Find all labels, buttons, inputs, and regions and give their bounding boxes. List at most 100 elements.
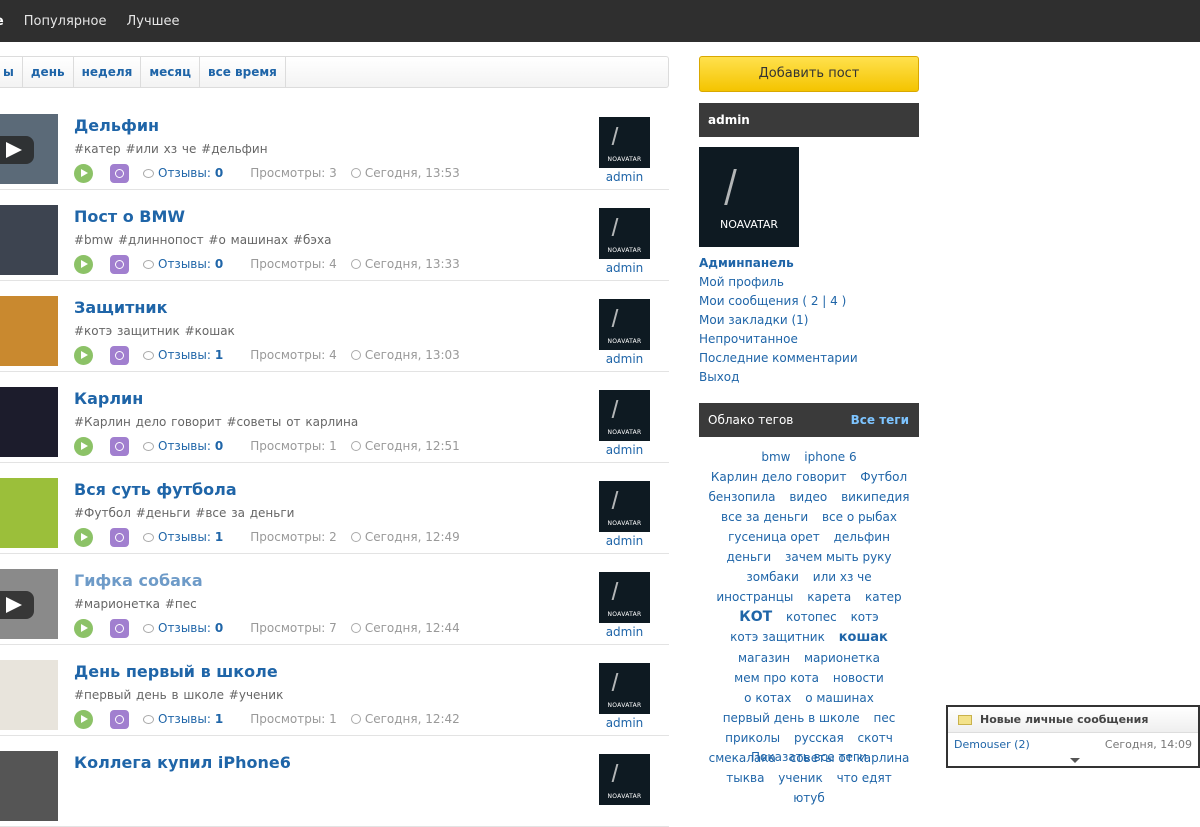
post-thumbnail[interactable] [0, 478, 58, 548]
message-row[interactable]: Demouser (2) Сегодня, 14:09 [948, 733, 1198, 757]
reviews-count[interactable]: 1 [215, 712, 223, 726]
tag-cloud-item[interactable]: гусеница орет [728, 530, 820, 544]
post-tags[interactable]: #катер #или хз че #дельфин [74, 142, 268, 156]
tag-cloud-item[interactable]: приколы [725, 731, 780, 745]
reviews-count[interactable]: 0 [215, 166, 223, 180]
bookmark-icon[interactable] [110, 618, 129, 638]
author-name[interactable]: admin [599, 352, 650, 366]
show-all-tags-link[interactable]: Показать все теги [699, 750, 919, 764]
nav-item-best[interactable]: Лучшее [127, 14, 180, 29]
post-title[interactable]: День первый в школе [74, 662, 278, 681]
author-name[interactable]: admin [599, 625, 650, 639]
post-tags[interactable]: #Футбол #деньги #все за деньги [74, 506, 294, 520]
menu-item-profile[interactable]: Мой профиль [699, 273, 858, 292]
tag-cloud-item[interactable]: скотч [858, 731, 893, 745]
tag-cloud-item[interactable]: тыква [726, 771, 764, 785]
reviews-count[interactable]: 0 [215, 439, 223, 453]
play-circle-icon[interactable] [74, 436, 93, 456]
tag-cloud-item[interactable]: зачем мыть руку [785, 550, 892, 564]
filter-item-day[interactable]: день [23, 57, 74, 87]
tag-cloud-item[interactable]: бензопила [708, 490, 775, 504]
bookmark-icon[interactable] [110, 436, 129, 456]
tag-cloud-item[interactable]: iphone 6 [804, 450, 856, 464]
post-thumbnail[interactable] [0, 387, 58, 457]
reviews-count[interactable]: 0 [215, 257, 223, 271]
user-avatar[interactable]: NOAVATAR [699, 147, 799, 247]
author-avatar[interactable]: NOAVATAR [599, 481, 650, 532]
menu-item-bookmarks[interactable]: Мои закладки (1) [699, 311, 858, 330]
tag-cloud-item[interactable]: или хз че [813, 570, 872, 584]
post-title[interactable]: Пост о BMW [74, 207, 185, 226]
play-circle-icon[interactable] [74, 345, 93, 365]
post-title[interactable]: Гифка собака [74, 571, 203, 590]
author-avatar[interactable]: NOAVATAR [599, 299, 650, 350]
tag-cloud-item[interactable]: о котах [744, 691, 791, 705]
tag-cloud-item[interactable]: все о рыбах [822, 510, 897, 524]
reviews-label[interactable]: Отзывы: [158, 530, 211, 544]
post-title[interactable]: Вся суть футбола [74, 480, 237, 499]
filter-item-month[interactable]: месяц [141, 57, 201, 87]
play-circle-icon[interactable] [74, 527, 93, 547]
author-name[interactable]: admin [599, 170, 650, 184]
tag-cloud-item[interactable]: видео [789, 490, 827, 504]
add-post-button[interactable]: Добавить пост [699, 56, 919, 92]
tag-cloud-item[interactable]: ютуб [793, 791, 825, 805]
tag-cloud-item[interactable]: кошак [839, 630, 888, 645]
tag-cloud-item[interactable]: первый день в школе [723, 711, 860, 725]
author-avatar[interactable]: NOAVATAR [599, 117, 650, 168]
reviews-count[interactable]: 1 [215, 348, 223, 362]
all-tags-link[interactable]: Все теги [851, 403, 909, 437]
filter-item-all-time[interactable]: все время [200, 57, 286, 87]
tag-cloud-item[interactable]: мем про кота [734, 671, 819, 685]
tag-cloud-item[interactable]: bmw [761, 450, 790, 464]
bookmark-icon[interactable] [110, 254, 129, 274]
menu-item-messages[interactable]: Мои сообщения ( 2 | 4 ) [699, 292, 858, 311]
tag-cloud-item[interactable]: катер [865, 590, 902, 604]
filter-item-all[interactable]: ы [0, 57, 23, 87]
tag-cloud-item[interactable]: новости [833, 671, 884, 685]
post-thumbnail[interactable] [0, 569, 58, 639]
tag-cloud-item[interactable]: дельфин [834, 530, 890, 544]
tag-cloud-item[interactable]: википедия [841, 490, 909, 504]
tag-cloud-item[interactable]: КОТ [739, 609, 772, 625]
reviews-label[interactable]: Отзывы: [158, 621, 211, 635]
post-tags[interactable]: #марионетка #пес [74, 597, 197, 611]
tag-cloud-item[interactable]: Футбол [860, 470, 907, 484]
tag-cloud-item[interactable]: Карлин дело говорит [711, 470, 847, 484]
reviews-label[interactable]: Отзывы: [158, 439, 211, 453]
post-title[interactable]: Защитник [74, 298, 167, 317]
author-name[interactable]: admin [599, 534, 650, 548]
menu-item-unread[interactable]: Непрочитанное [699, 330, 858, 349]
tag-cloud-item[interactable]: пес [873, 711, 895, 725]
post-tags[interactable]: #первый день в школе #ученик [74, 688, 283, 702]
tag-cloud-item[interactable]: магазин [738, 651, 790, 665]
post-thumbnail[interactable] [0, 296, 58, 366]
tag-cloud-item[interactable]: марионетка [804, 651, 880, 665]
author-avatar[interactable]: NOAVATAR [599, 572, 650, 623]
reviews-count[interactable]: 0 [215, 621, 223, 635]
post-thumbnail[interactable] [0, 205, 58, 275]
reviews-label[interactable]: Отзывы: [158, 712, 211, 726]
tag-cloud-item[interactable]: котэ защитник [730, 630, 825, 644]
tag-cloud-item[interactable]: ученик [778, 771, 822, 785]
post-tags[interactable]: #Карлин дело говорит #советы от карлина [74, 415, 358, 429]
author-avatar[interactable]: NOAVATAR [599, 390, 650, 441]
author-avatar[interactable]: NOAVATAR [599, 663, 650, 714]
tag-cloud-item[interactable]: котопес [786, 610, 837, 624]
tag-cloud-item[interactable]: деньги [726, 550, 771, 564]
tag-cloud-item[interactable]: карета [807, 590, 851, 604]
nav-item-popular[interactable]: Популярное [24, 14, 107, 29]
post-tags[interactable]: #котэ защитник #кошак [74, 324, 235, 338]
filter-item-week[interactable]: неделя [74, 57, 142, 87]
menu-item-last-comments[interactable]: Последние комментарии [699, 349, 858, 368]
bookmark-icon[interactable] [110, 527, 129, 547]
author-name[interactable]: admin [599, 261, 650, 275]
expand-arrow-icon[interactable] [1070, 758, 1080, 763]
author-name[interactable]: admin [599, 443, 650, 457]
post-title[interactable]: Дельфин [74, 116, 159, 135]
menu-item-admin-panel[interactable]: Админпанель [699, 254, 858, 273]
post-tags[interactable]: #bmw #длиннопост #о машинах #бэха [74, 233, 331, 247]
tag-cloud-item[interactable]: русская [794, 731, 844, 745]
author-avatar[interactable]: NOAVATAR [599, 208, 650, 259]
tag-cloud-item[interactable]: иностранцы [716, 590, 793, 604]
